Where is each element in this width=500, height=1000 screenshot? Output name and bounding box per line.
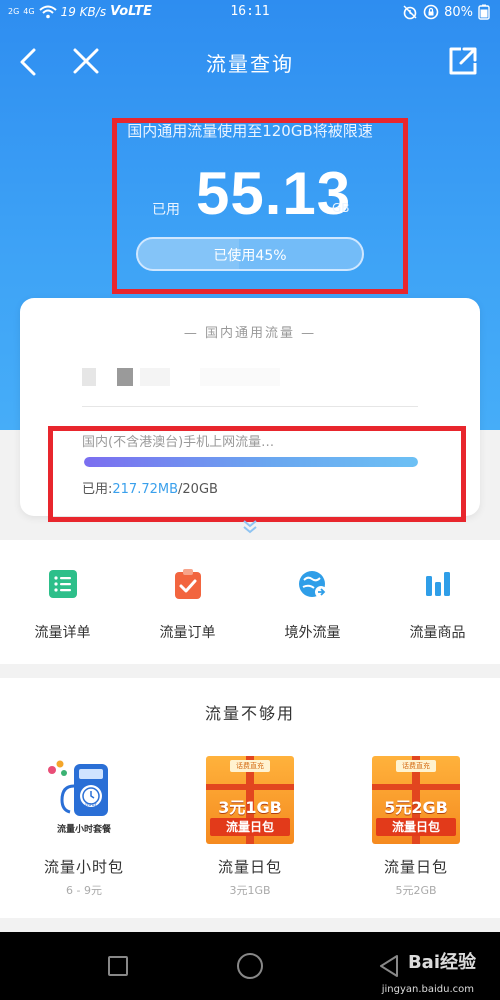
product-day-pack-5[interactable]: 话费直充 5元2GB 流量日包 流量日包 5元2GB	[356, 756, 476, 906]
list-icon	[49, 570, 77, 598]
back-button[interactable]	[14, 42, 44, 78]
clipboard-check-icon	[175, 569, 201, 599]
alarm-icon	[403, 5, 417, 20]
product-image: 话费直充 3元1GB 流量日包	[206, 756, 294, 844]
used-label: 已用	[152, 202, 180, 218]
product-name: 流量日包	[217, 858, 282, 876]
used-amount: 55.13	[196, 160, 352, 227]
expand-chevron-icon[interactable]	[240, 519, 260, 535]
total-usage: 已用 55.13 GB	[0, 155, 500, 227]
status-bar: 2G 4G 19 KB/s VoLTE 16:11 80%	[0, 0, 500, 26]
share-button[interactable]	[446, 42, 480, 78]
shortcut-flow-products[interactable]: 流量商品	[375, 568, 500, 658]
watermark-brand: Bai经验	[407, 952, 476, 973]
package-card: — 国内通用流量 — 国内(不含港澳台)手机上网流量… 已用:217.72MB/…	[20, 298, 480, 516]
gift-box-icon: 话费直充 3元1GB 流量日包	[206, 756, 294, 844]
product-hour-pack[interactable]: hour 流量小时套餐 流量小时包 6 - 9元	[24, 756, 144, 906]
battery-icon	[478, 4, 490, 20]
products-section: 流量不够用 hour 流量小时套餐 流量小时包 6 - 9元 话费直充 3元1G…	[0, 678, 500, 918]
image-big-text: 5元2GB	[384, 798, 448, 817]
product-day-pack-3[interactable]: 话费直充 3元1GB 流量日包 流量日包 3元1GB	[190, 756, 310, 906]
image-small-text: 流量日包	[376, 818, 456, 836]
shortcut-flow-order[interactable]: 流量订单	[125, 568, 250, 658]
package-progress-fill	[84, 457, 418, 467]
package-usage: 已用:217.72MB/20GB	[82, 478, 218, 497]
share-icon	[449, 47, 477, 75]
usage-total: /20GB	[178, 482, 218, 497]
product-image: hour 流量小时套餐	[40, 756, 128, 844]
shortcut-label: 境外流量	[284, 625, 341, 641]
used-unit: GB	[332, 201, 350, 215]
gift-box-icon: 话费直充 5元2GB 流量日包	[372, 756, 460, 844]
ribbon	[372, 784, 460, 790]
product-desc: 6 - 9元	[66, 884, 102, 897]
shortcut-label: 流量订单	[159, 625, 216, 641]
image-text: hour	[85, 802, 97, 808]
blurred-content	[140, 368, 170, 386]
recent-apps-button[interactable]	[108, 956, 128, 976]
back-triangle-icon[interactable]	[378, 954, 400, 978]
close-button[interactable]	[70, 42, 102, 78]
bar-chart-icon	[426, 572, 450, 596]
blurred-content	[200, 368, 280, 386]
shortcut-label: 流量商品	[409, 625, 466, 641]
product-image: 话费直充 5元2GB 流量日包	[372, 756, 460, 844]
shortcut-label: 流量详单	[34, 625, 91, 641]
usage-progress-pill: 已使用45%	[136, 237, 364, 271]
shortcut-roaming-flow[interactable]: 境外流量	[250, 568, 375, 658]
product-desc: 5元2GB	[395, 884, 437, 897]
close-icon	[73, 48, 99, 74]
package-name[interactable]: 国内(不含港澳台)手机上网流量…	[82, 431, 274, 450]
home-button[interactable]	[237, 953, 263, 979]
chevron-left-icon	[20, 48, 36, 76]
system-nav-bar: Bai经验 jingyan.baidu.com	[0, 932, 500, 1000]
usage-prefix: 已用:	[82, 482, 113, 497]
image-tag: 话费直充	[396, 760, 436, 772]
divider	[82, 406, 418, 407]
navigation-bar: 流量查询	[0, 36, 500, 84]
section-title: — 国内通用流量 —	[183, 326, 317, 341]
image-tag: 话费直充	[230, 760, 270, 772]
product-name: 流量小时包	[43, 858, 124, 876]
blurred-content	[117, 368, 133, 386]
watermark-url: jingyan.baidu.com	[381, 984, 474, 995]
ribbon	[206, 784, 294, 790]
shortcut-grid: 流量详单 流量订单 境外流量 流量商品	[0, 540, 500, 664]
package-progress-bar	[84, 457, 418, 467]
usage-used: 217.72MB	[112, 482, 179, 497]
shortcut-flow-detail[interactable]: 流量详单	[0, 568, 125, 658]
image-big-text: 3元1GB	[218, 798, 282, 817]
image-caption: 流量小时套餐	[56, 825, 111, 835]
products-title: 流量不够用	[204, 704, 295, 723]
lock-rotation-icon	[423, 4, 439, 20]
product-desc: 3元1GB	[229, 884, 271, 897]
usage-progress-label: 已使用45%	[213, 248, 287, 264]
throttle-notice: 国内通用流量使用至120GB将被限速	[127, 122, 373, 140]
image-small-text: 流量日包	[210, 818, 290, 836]
battery-percent: 80%	[444, 4, 473, 20]
globe-plane-icon	[299, 571, 327, 598]
product-name: 流量日包	[383, 858, 448, 876]
blurred-content	[82, 368, 96, 386]
